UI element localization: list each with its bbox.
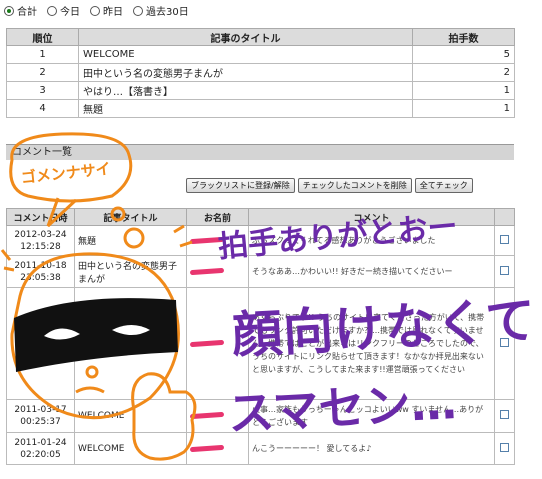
comment-checkbox-cell	[494, 255, 515, 288]
comment-checkbox[interactable]	[500, 337, 509, 347]
comment-checkbox-cell	[494, 399, 515, 433]
title-header: 記事のタイトル	[78, 28, 413, 46]
count-cell: 1	[412, 99, 515, 118]
commenter-name	[186, 432, 249, 465]
comment-body: あくらぶりです!! うちのサイトに来てくださった方がいて、携帯でもリンク許可いた…	[248, 287, 495, 400]
commenter-name	[186, 225, 249, 256]
period-label: 今日	[60, 7, 80, 18]
comment-article-title: 無題	[74, 225, 187, 256]
commenter-name	[186, 399, 249, 433]
comment-header: コメント	[248, 208, 495, 226]
radio-icon[interactable]	[90, 5, 100, 16]
comment-body: そうなああ…かわいい!! 好きだー続き描いてくださいー	[248, 255, 495, 288]
period-selector: 合計 今日 昨日 過去30日	[4, 3, 189, 18]
name-redaction-scribble	[189, 339, 225, 347]
applause-ranking-table: 順位 記事のタイトル 拍手数 1 WELCOME 5 2 田中という名の変態男子…	[6, 28, 515, 118]
name-redaction-scribble	[189, 267, 225, 275]
comment-date: 2011-01-24 02:20:05	[6, 432, 75, 465]
title-cell: やはり…【落書き】	[78, 81, 413, 100]
period-last-30-days[interactable]: 過去30日	[133, 3, 189, 18]
rank-cell: 1	[6, 45, 79, 64]
comment-row: あくらぶりです!! うちのサイトに来てくださった方がいて、携帯でもリンク許可いた…	[6, 287, 515, 400]
comment-checkbox[interactable]	[500, 265, 509, 275]
count-cell: 1	[412, 81, 515, 100]
rank-cell: 4	[6, 99, 79, 118]
radio-icon[interactable]	[4, 5, 14, 16]
comment-date	[6, 287, 75, 400]
period-label: 昨日	[103, 7, 123, 18]
period-today[interactable]: 今日	[47, 3, 80, 18]
title-cell: 田中という名の変態男子まんが	[78, 63, 413, 82]
count-cell: 2	[412, 63, 515, 82]
period-total[interactable]: 合計	[4, 3, 37, 18]
comment-row: 2011-03-17 00:25:37 WELCOME 火事…家族もうっちーゃん…	[6, 399, 515, 433]
date-header: コメント日時	[6, 208, 75, 226]
commenter-name	[186, 287, 249, 400]
rank-header: 順位	[6, 28, 79, 46]
period-label: 合計	[17, 7, 37, 18]
comment-row: 2012-03-24 12:15:28 無題 ぷらズク…てくれてる感想ありがとう…	[6, 225, 515, 256]
comments-table: コメント日時 記事タイトル お名前 コメント 2012-03-24 12:15:…	[6, 208, 515, 465]
ranking-row: 3 やはり…【落書き】 1	[6, 81, 515, 100]
delete-checked-button[interactable]: チェックしたコメントを削除	[297, 178, 412, 193]
ranking-row: 4 無題 1	[6, 99, 515, 118]
name-redaction-scribble	[189, 236, 225, 244]
rank-cell: 2	[6, 63, 79, 82]
checkbox-header	[494, 208, 515, 226]
count-header: 拍手数	[412, 28, 515, 46]
comment-body: ぷらズク…てくれてる感想ありがとうございました	[248, 225, 495, 256]
blacklist-toggle-button[interactable]: ブラックリストに登録/解除	[186, 178, 295, 193]
comment-body: 火事…家族もうっちーゃんこッコよいいww すいません…ありがとうございます	[248, 399, 495, 433]
comment-checkbox[interactable]	[500, 442, 509, 452]
period-label: 過去30日	[146, 7, 189, 18]
name-redaction-scribble	[189, 411, 225, 420]
comment-checkbox-cell	[494, 225, 515, 256]
name-redaction-scribble	[189, 444, 225, 452]
comment-actions: ブラックリストに登録/解除 チェックしたコメントを削除 全てチェック	[186, 178, 473, 193]
radio-icon[interactable]	[133, 5, 143, 16]
doodle-gomen-text: ゴメンナサイ	[20, 159, 112, 187]
comments-section-title: コメント一覧	[6, 144, 514, 160]
title-cell: WELCOME	[78, 45, 413, 64]
title-cell: 無題	[78, 99, 413, 118]
comments-header-row: コメント日時 記事タイトル お名前 コメント	[6, 208, 515, 226]
comment-row: 2011-01-24 02:20:05 WELCOME んこうーーーーー！ 愛し…	[6, 432, 515, 465]
comment-checkbox-cell	[494, 432, 515, 465]
article-title-header: 記事タイトル	[74, 208, 187, 226]
comment-article-title: WELCOME	[74, 399, 187, 433]
comment-date: 2011-03-17 00:25:37	[6, 399, 75, 433]
comment-date: 2012-03-24 12:15:28	[6, 225, 75, 256]
comment-date: 2011-10-18 23:05:38	[6, 255, 75, 288]
ranking-row: 1 WELCOME 5	[6, 45, 515, 64]
comment-article-title: WELCOME	[74, 432, 187, 465]
comment-checkbox[interactable]	[500, 410, 509, 419]
comment-article-title: 田中という名の変態男子まんが	[74, 255, 187, 288]
commenter-name	[186, 255, 249, 288]
rank-cell: 3	[6, 81, 79, 100]
comment-row: 2011-10-18 23:05:38 田中という名の変態男子まんが そうなああ…	[6, 255, 515, 288]
comment-article-title	[74, 287, 187, 400]
ranking-row: 2 田中という名の変態男子まんが 2	[6, 63, 515, 82]
ranking-header-row: 順位 記事のタイトル 拍手数	[6, 28, 515, 46]
period-yesterday[interactable]: 昨日	[90, 3, 123, 18]
comment-body: んこうーーーーー！ 愛してるよ♪	[248, 432, 495, 465]
comment-checkbox-cell	[494, 287, 515, 400]
count-cell: 5	[412, 45, 515, 64]
check-all-button[interactable]: 全てチェック	[414, 178, 473, 193]
comment-checkbox[interactable]	[500, 234, 509, 244]
name-header: お名前	[186, 208, 249, 226]
radio-icon[interactable]	[47, 5, 57, 16]
